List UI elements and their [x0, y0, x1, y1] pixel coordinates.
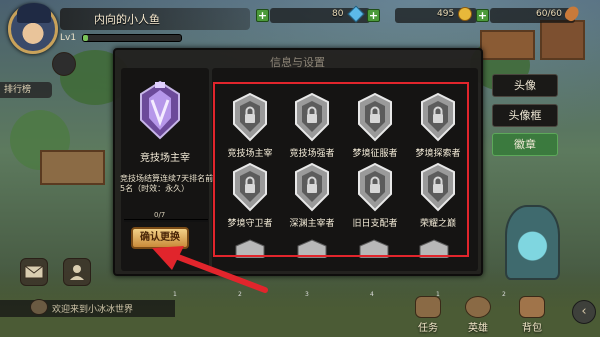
page-indicator: 2 [502, 291, 506, 298]
player-name: 内向的小人鱼 [94, 13, 160, 26]
portal-decoration [505, 205, 560, 280]
selected-badge-description: 竞技场结算连续7天排名前5名（时效：永久） [120, 174, 214, 193]
gold-coin-icon [458, 7, 472, 21]
player-level: Lv1 [60, 33, 77, 43]
stamina-count: 60/60 [536, 9, 562, 19]
building-decoration [540, 20, 585, 60]
add-button[interactable]: + [256, 9, 269, 22]
nav-bag[interactable]: 背包 [510, 296, 554, 334]
page-indicator: 1 [436, 291, 440, 298]
page-indicator: 2 [238, 291, 242, 298]
page-indicator: 1 [173, 291, 177, 298]
badge-progress-bar [124, 219, 208, 222]
building-decoration [480, 30, 535, 60]
level-progress-bar [82, 34, 182, 42]
selected-badge-icon [140, 80, 180, 140]
skull-flag-icon[interactable] [52, 52, 76, 76]
friends-icon[interactable] [63, 258, 91, 286]
badge-grid-highlight-frame [213, 82, 469, 257]
player-avatar[interactable] [8, 3, 58, 54]
gem-count: 80 [332, 9, 344, 19]
add-gold-button[interactable]: + [476, 9, 489, 22]
chat-message: 欢迎来到小冰冰世界 [52, 305, 134, 315]
level-progress-fill [83, 35, 88, 41]
gold-count: 495 [437, 9, 455, 19]
mail-icon[interactable] [20, 258, 48, 286]
red-pointer-arrow-icon [152, 246, 268, 293]
nav-hero[interactable]: 英雄 [456, 296, 500, 334]
nav-hero-label: 英雄 [468, 323, 488, 334]
collapse-menu-button[interactable]: ‹ [572, 300, 596, 324]
nav-task[interactable]: 任务 [406, 296, 450, 334]
task-scroll-icon [415, 296, 441, 318]
nav-task-label: 任务 [418, 323, 438, 334]
building-decoration [40, 150, 105, 185]
page-indicator: 3 [305, 291, 309, 298]
tab-avatar[interactable]: 头像 [492, 74, 558, 97]
tab-badge[interactable]: 徽章 [492, 133, 558, 156]
page-indicator: 4 [370, 291, 374, 298]
nav-bag-label: 背包 [522, 323, 542, 334]
ranking-tab[interactable]: 排行榜 [0, 82, 52, 98]
backpack-icon [519, 296, 545, 318]
stamina-counter [490, 8, 575, 23]
selected-badge-name: 竞技场主宰 [140, 153, 190, 164]
tab-avatar-frame[interactable]: 头像框 [492, 104, 558, 127]
chat-bubble-icon [30, 299, 48, 315]
add-gems-button[interactable]: + [367, 9, 380, 22]
pirate-hat-icon [17, 3, 51, 23]
hero-helmet-icon [465, 296, 491, 318]
badge-progress-text: 0/7 [154, 211, 166, 219]
